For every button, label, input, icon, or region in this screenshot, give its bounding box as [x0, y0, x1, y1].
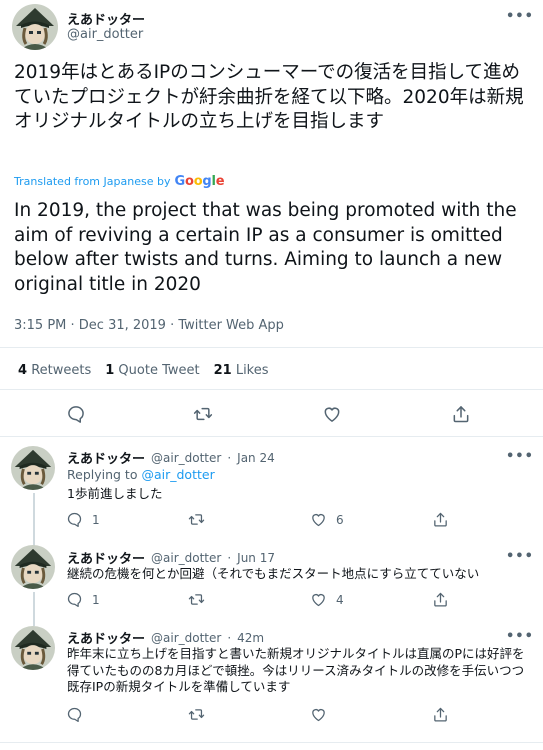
likes-count: 21	[213, 363, 232, 378]
like-icon[interactable]	[310, 706, 327, 727]
reply-handle[interactable]: @air_dotter	[151, 451, 221, 465]
tweet-text-translated: In 2019, the project that was being prom…	[14, 200, 517, 295]
share-icon[interactable]	[432, 591, 449, 612]
quotes-count: 1	[105, 363, 115, 378]
divider	[0, 742, 543, 743]
retweet-icon[interactable]	[188, 706, 205, 727]
likes-label: Likes	[235, 363, 269, 378]
retweet-icon[interactable]	[188, 591, 205, 612]
tweet-timestamp[interactable]: 3:15 PM · Dec 31, 2019 · Twitter Web App	[14, 318, 284, 333]
retweet-icon[interactable]	[188, 511, 205, 532]
more-options-icon[interactable]: •••	[506, 9, 534, 24]
replying-handle-link[interactable]: @air_dotter	[141, 467, 214, 482]
google-logo: Google	[174, 174, 225, 189]
reply-time[interactable]: Jun 17	[237, 551, 275, 565]
reply-display-name[interactable]: えあドッター	[67, 448, 145, 467]
like-count: 6	[336, 513, 344, 527]
share-icon[interactable]	[432, 706, 449, 727]
more-options-icon[interactable]: •••	[506, 549, 534, 564]
replying-prefix: Replying to	[67, 467, 138, 482]
reply-text: 昨年末に立ち上げを目指すと書いた新規オリジナルタイトルは直属のPには好評を得てい…	[67, 646, 525, 694]
more-options-icon[interactable]: •••	[506, 449, 534, 464]
author-display-name[interactable]: えあドッター	[67, 9, 145, 28]
divider	[0, 389, 543, 390]
reply-icon[interactable]	[66, 706, 83, 727]
reply-count: 1	[92, 513, 100, 527]
reply-handle[interactable]: @air_dotter	[151, 551, 221, 565]
reply-time[interactable]: Jan 24	[237, 451, 275, 465]
divider	[0, 436, 543, 437]
retweets-count: 4	[18, 363, 28, 378]
retweet-icon[interactable]	[193, 404, 213, 428]
separator: ·	[227, 550, 232, 565]
quotes-stat[interactable]: 1 Quote Tweet	[105, 363, 199, 378]
tweet-stats: 4 Retweets 1 Quote Tweet 21 Likes	[18, 363, 269, 378]
reply-header: えあドッター @air_dotter · 42m	[67, 628, 264, 648]
avatar[interactable]	[11, 545, 55, 589]
tweet-text-original: 2019年はとあるIPのコンシューマーでの復活を目指して進めていたプロジェクトが…	[14, 62, 524, 132]
avatar[interactable]	[11, 626, 55, 670]
like-icon[interactable]	[310, 511, 327, 532]
avatar[interactable]	[12, 4, 58, 50]
like-count: 4	[336, 593, 344, 607]
reply-count: 1	[92, 593, 100, 607]
reply-display-name[interactable]: えあドッター	[67, 548, 145, 567]
reply-icon[interactable]	[66, 511, 83, 532]
like-icon[interactable]	[322, 404, 342, 428]
reply-icon[interactable]	[66, 591, 83, 612]
retweets-stat[interactable]: 4 Retweets	[18, 363, 91, 378]
reply-text: 1歩前進しました	[67, 486, 163, 501]
translation-label: Translated from Japanese by	[14, 175, 171, 188]
share-icon[interactable]	[432, 511, 449, 532]
thread-connector	[33, 592, 35, 626]
reply-header: えあドッター @air_dotter · Jun 17	[67, 548, 275, 568]
separator: ·	[227, 450, 232, 465]
reply-text: 継続の危機を何とか回避（それでもまだスタート地点にすら立てていない	[67, 566, 480, 581]
avatar[interactable]	[11, 446, 55, 490]
separator: ·	[227, 630, 232, 645]
translation-attribution[interactable]: Translated from Japanese by Google	[14, 174, 225, 189]
thread-connector	[33, 493, 35, 546]
share-icon[interactable]	[451, 404, 471, 428]
like-icon[interactable]	[310, 591, 327, 612]
replying-to: Replying to @air_dotter	[67, 467, 215, 482]
reply-header: えあドッター @air_dotter · Jan 24	[67, 448, 275, 468]
more-options-icon[interactable]: •••	[506, 629, 534, 644]
retweets-label: Retweets	[31, 363, 92, 378]
author-handle[interactable]: @air_dotter	[67, 27, 143, 42]
reply-time[interactable]: 42m	[237, 631, 264, 645]
reply-icon[interactable]	[66, 404, 86, 428]
reply-display-name[interactable]: えあドッター	[67, 628, 145, 647]
likes-stat[interactable]: 21 Likes	[214, 363, 269, 378]
reply-handle[interactable]: @air_dotter	[151, 631, 221, 645]
quotes-label: Quote Tweet	[118, 363, 200, 378]
divider	[0, 347, 543, 348]
